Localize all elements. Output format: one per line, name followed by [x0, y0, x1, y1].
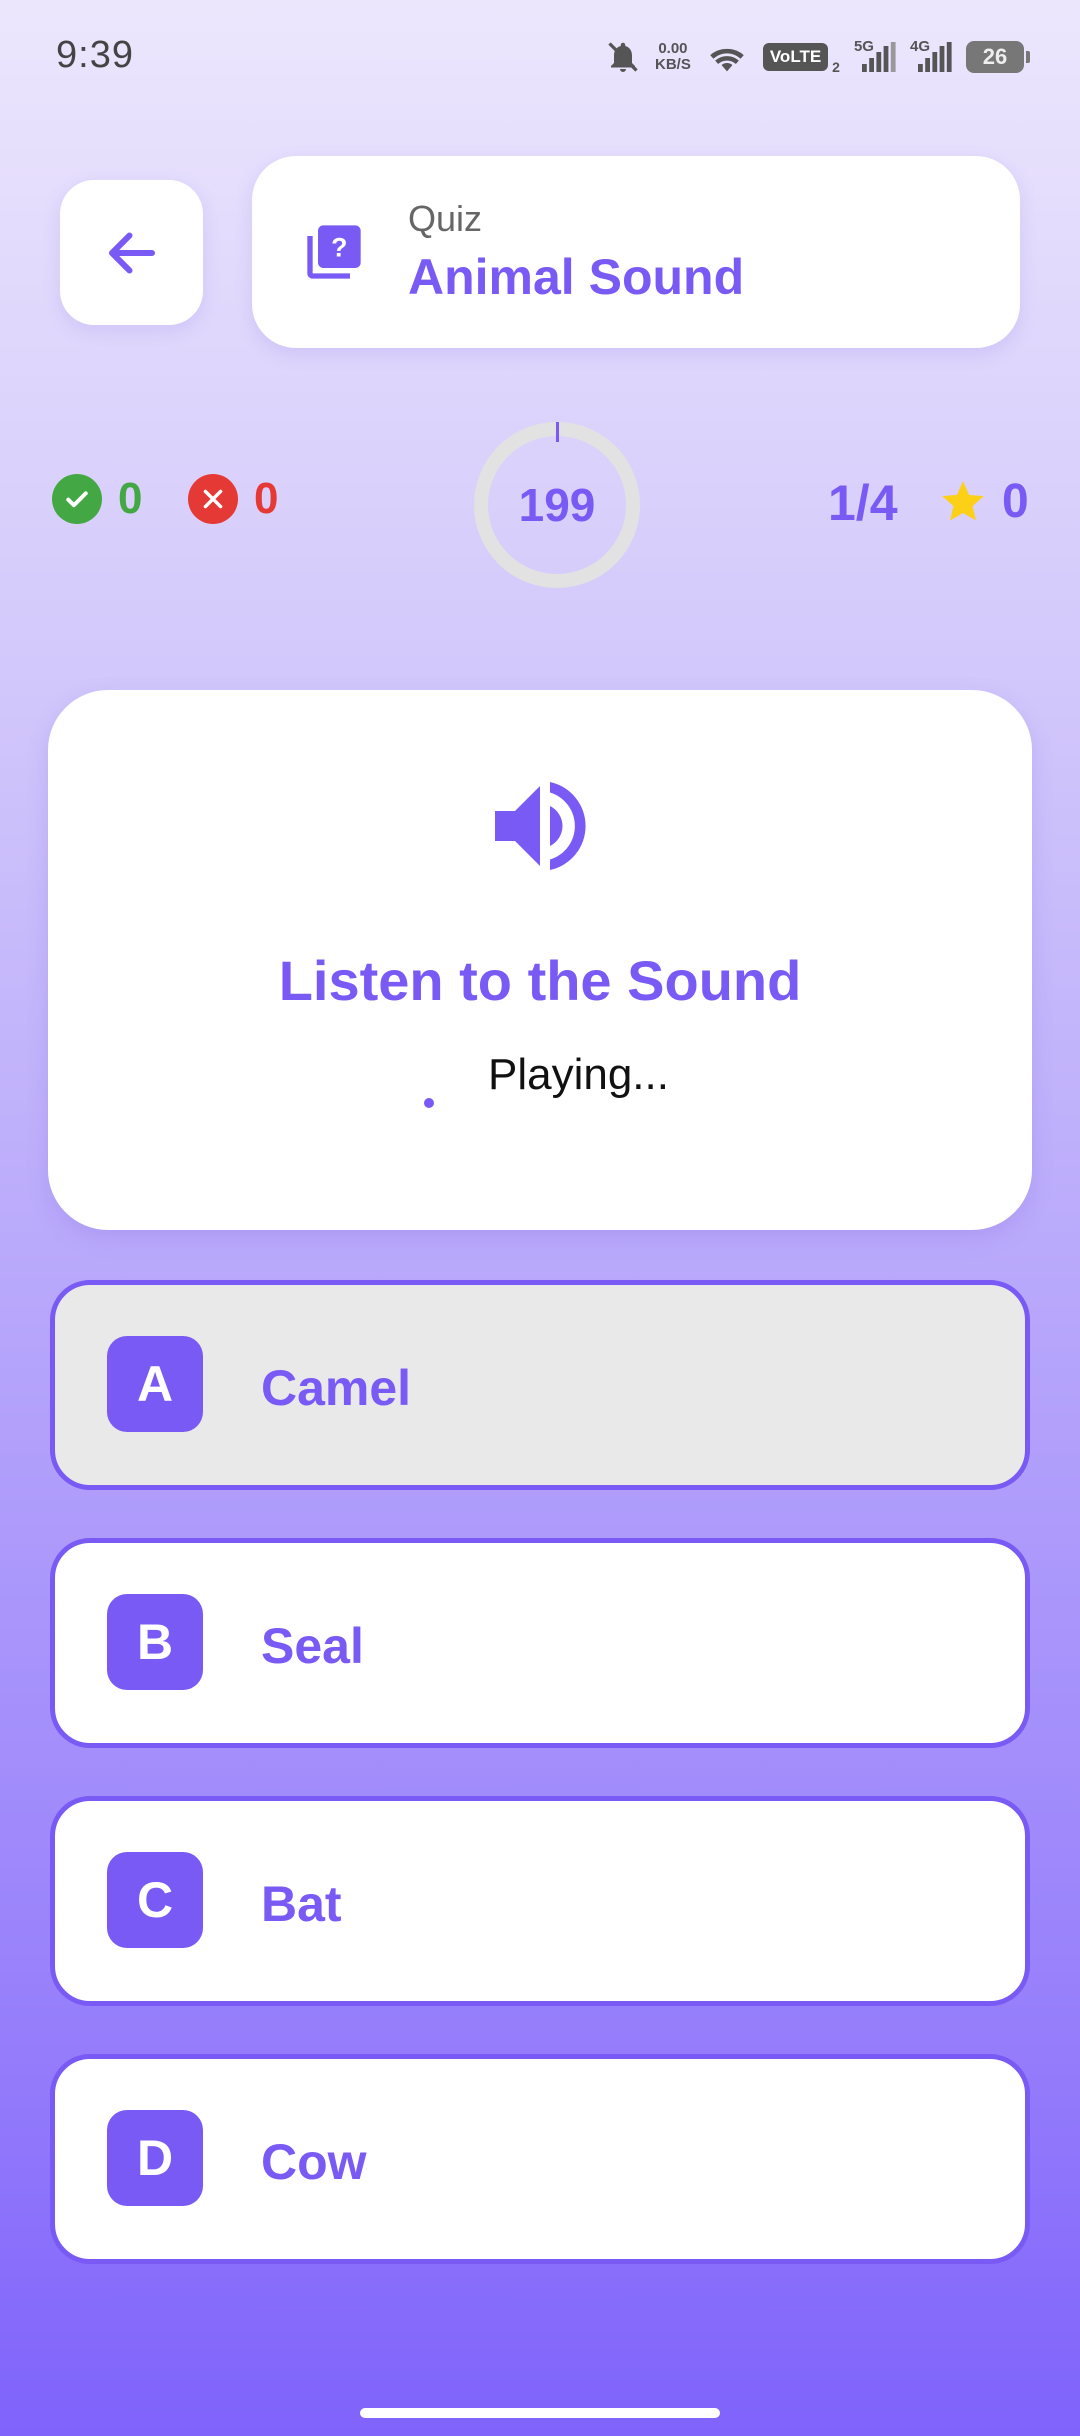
- timer-progress-mark: [556, 422, 559, 442]
- option-label: Seal: [261, 1618, 364, 1674]
- cross-circle-icon: [188, 474, 238, 524]
- option-a[interactable]: A Camel: [50, 1280, 1030, 1490]
- quiz-label: Quiz: [408, 198, 483, 239]
- mute-bell-icon: [608, 42, 638, 72]
- star-icon: [942, 480, 984, 521]
- loading-spinner: [424, 1098, 434, 1108]
- status-icons: 0.00 KB/S VoLTE 2 5G 4G 26: [605, 34, 1030, 80]
- question-card: Listen to the Sound Playing...: [48, 690, 1032, 1230]
- option-letter: C: [107, 1852, 203, 1948]
- check-circle-icon: [52, 474, 102, 524]
- speaker-icon[interactable]: [480, 766, 600, 886]
- battery-icon: 26: [966, 41, 1030, 73]
- quiz-title-card: ? Quiz Animal Sound: [252, 156, 1020, 348]
- option-c[interactable]: C Bat: [50, 1796, 1030, 2006]
- svg-text:?: ?: [331, 232, 347, 262]
- quiz-title: Animal Sound: [408, 249, 745, 305]
- question-title: Listen to the Sound: [278, 949, 802, 1012]
- status-time: 9:39: [56, 34, 134, 76]
- option-label: Camel: [261, 1360, 412, 1416]
- quiz-icon: ?: [307, 225, 361, 279]
- signal-icon-2: [918, 42, 952, 72]
- correct-count: 0: [52, 474, 142, 524]
- option-letter: A: [107, 1336, 203, 1432]
- back-button[interactable]: [60, 180, 203, 325]
- arrow-left-icon: [108, 232, 155, 273]
- wrong-count-value: 0: [254, 474, 279, 523]
- wifi-icon: [710, 48, 744, 72]
- option-label: Cow: [261, 2134, 367, 2190]
- question-progress: 1/4: [828, 475, 898, 531]
- option-letter: D: [107, 2110, 203, 2206]
- option-d[interactable]: D Cow: [50, 2054, 1030, 2264]
- correct-count-value: 0: [118, 474, 143, 523]
- option-b[interactable]: B Seal: [50, 1538, 1030, 1748]
- home-indicator[interactable]: [360, 2408, 720, 2418]
- status-bar: 9:39 0.00 KB/S VoLTE 2 5G 4G 26: [0, 0, 1080, 115]
- network-speed: 0.00 KB/S: [655, 40, 691, 73]
- wrong-count: 0: [188, 474, 278, 524]
- countdown-timer: 199: [474, 422, 640, 588]
- playback-status: Playing...: [488, 1050, 669, 1099]
- star-score: 0: [938, 474, 1029, 529]
- volte-sim: 2: [832, 59, 840, 75]
- star-score-value: 0: [1002, 475, 1029, 528]
- volte-badge: VoLTE: [762, 43, 829, 71]
- option-label: Bat: [261, 1876, 342, 1932]
- signal-icon-1: [861, 42, 896, 72]
- option-letter: B: [107, 1594, 203, 1690]
